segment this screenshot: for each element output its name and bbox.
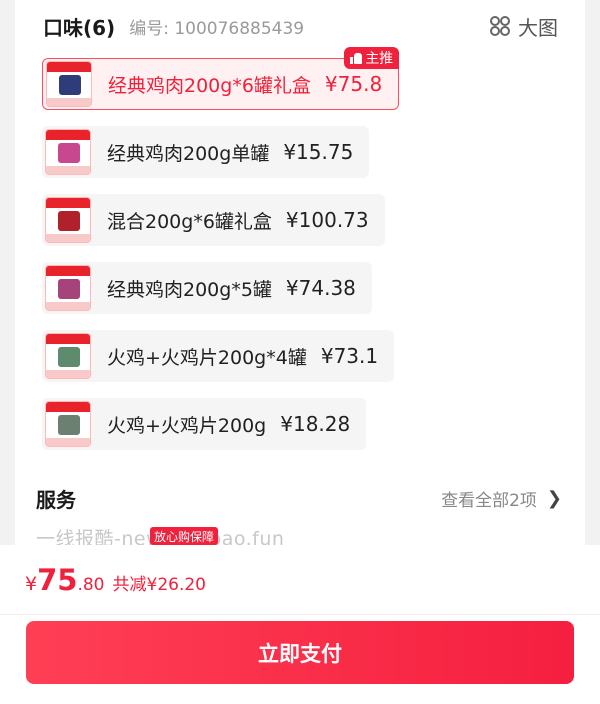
- product-thumbnail: [45, 401, 91, 447]
- flavor-option[interactable]: 火鸡+火鸡片200g ¥18.28: [42, 398, 367, 450]
- product-thumbnail: [45, 333, 91, 379]
- grid-view-icon: [490, 16, 510, 36]
- flavor-option[interactable]: 经典鸡肉200g*6罐礼盒 ¥75.8 主推: [42, 47, 400, 110]
- recommended-badge-label: 主推: [365, 51, 394, 67]
- option-price: ¥100.73: [285, 208, 369, 232]
- option-label: 混合200g*6罐礼盒: [107, 210, 272, 233]
- option-price: ¥74.38: [285, 276, 356, 300]
- pay-now-button[interactable]: 立即支付: [26, 621, 574, 684]
- option-label: 火鸡+火鸡片200g*4罐: [107, 346, 307, 369]
- option-price: ¥75.8: [324, 72, 383, 96]
- product-thumbnail: [45, 197, 91, 243]
- recommended-badge: 主推: [344, 47, 400, 69]
- saving-amount: 共减¥26.20: [112, 575, 206, 595]
- flavor-option[interactable]: 经典鸡肉200g*5罐 ¥74.38: [42, 262, 372, 314]
- service-title: 服务: [36, 488, 76, 512]
- product-code: 编号: 100076885439: [129, 18, 305, 39]
- option-label: 经典鸡肉200g*5罐: [107, 278, 272, 301]
- divider: [0, 614, 600, 615]
- option-price: ¥73.1: [320, 344, 379, 368]
- option-label: 经典鸡肉200g单罐: [107, 142, 270, 165]
- option-price: ¥15.75: [283, 140, 354, 164]
- service-more-link[interactable]: 查看全部2项 ❯: [441, 486, 562, 511]
- product-thumbnail: [46, 61, 92, 107]
- flavor-option[interactable]: 经典鸡肉200g单罐 ¥15.75: [42, 126, 370, 178]
- option-label: 经典鸡肉200g*6罐礼盒: [108, 74, 311, 97]
- service-more-label: 查看全部2项: [441, 491, 537, 511]
- bigview-label: 大图: [518, 15, 558, 40]
- currency-symbol: ¥: [25, 573, 38, 595]
- product-thumbnail: [45, 265, 91, 311]
- total-price: ¥ 75 .80 共减¥26.20: [25, 563, 206, 597]
- option-price: ¥18.28: [280, 412, 351, 436]
- flavor-title: 口味(6): [43, 15, 116, 40]
- flavor-header: 口味(6) 编号: 100076885439: [43, 10, 304, 42]
- chevron-right-icon: ❯: [546, 488, 562, 509]
- product-thumbnail: [45, 129, 91, 175]
- service-promo-chip: 放心购保障: [150, 527, 219, 545]
- option-label: 火鸡+火鸡片200g: [107, 414, 267, 437]
- flavor-option[interactable]: 火鸡+火鸡片200g*4罐 ¥73.1: [42, 330, 395, 382]
- price-integer: 75: [37, 563, 78, 597]
- flavor-option[interactable]: 混合200g*6罐礼盒 ¥100.73: [42, 194, 385, 246]
- thumbs-up-icon: [350, 52, 363, 64]
- price-decimal: .80: [77, 575, 105, 595]
- checkout-bar: ¥ 75 .80 共减¥26.20 立即支付: [0, 545, 600, 704]
- bigview-button[interactable]: 大图: [490, 10, 558, 42]
